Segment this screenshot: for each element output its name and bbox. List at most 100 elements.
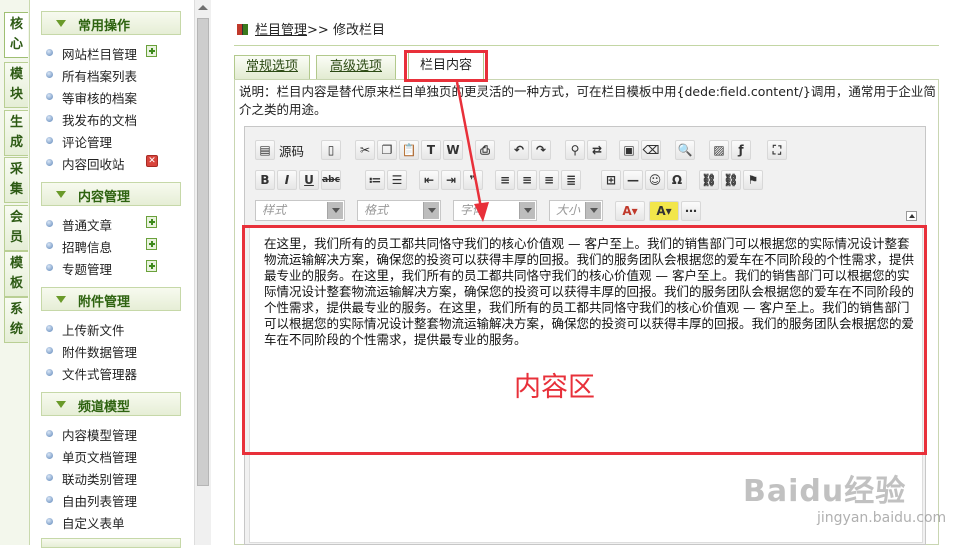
- vtab-member[interactable]: 会员: [4, 205, 28, 251]
- select-all-icon[interactable]: ▣: [619, 140, 639, 160]
- source-label[interactable]: 源码: [279, 141, 304, 160]
- menu-item-topics[interactable]: 专题管理: [46, 259, 186, 277]
- menu-group-common[interactable]: 常用操作: [41, 11, 181, 35]
- left-menu-scrollbar[interactable]: [194, 0, 211, 545]
- menu-item-site-columns[interactable]: 网站栏目管理: [46, 44, 186, 62]
- fullscreen-icon[interactable]: ⛶: [767, 140, 787, 160]
- align-center-icon[interactable]: ≡: [517, 170, 537, 190]
- italic-icon[interactable]: I: [277, 170, 297, 190]
- replace-icon[interactable]: ⇄: [587, 140, 607, 160]
- add-icon[interactable]: [146, 45, 157, 57]
- menu-item-free-lists[interactable]: 自由列表管理: [46, 491, 186, 509]
- tab-general-options[interactable]: 常规选项: [234, 55, 310, 79]
- menu-item-all-archives[interactable]: 所有档案列表: [46, 66, 186, 84]
- font-select[interactable]: 字体: [453, 200, 537, 221]
- link-icon[interactable]: ⛓: [699, 170, 719, 190]
- dropdown-arrow-icon: [585, 202, 601, 219]
- paste-word-icon[interactable]: W: [443, 140, 463, 160]
- strikethrough-icon[interactable]: abc: [321, 170, 341, 190]
- bullet-icon: [46, 93, 53, 100]
- redo-icon[interactable]: ↷: [531, 140, 551, 160]
- menu-item-comments[interactable]: 评论管理: [46, 132, 186, 150]
- preview-icon[interactable]: 🔍: [675, 140, 695, 160]
- collapse-triangle-icon: [56, 191, 66, 198]
- menu-item-custom-forms[interactable]: 自定义表单: [46, 513, 186, 531]
- table-icon[interactable]: ⊞: [601, 170, 621, 190]
- watermark: Baidu经验 jingyan.baidu.com: [735, 466, 950, 536]
- remove-format-icon[interactable]: ⌫: [641, 140, 661, 160]
- vtab-system[interactable]: 系统: [4, 297, 28, 343]
- scrollbar-thumb[interactable]: [197, 18, 209, 486]
- undo-icon[interactable]: ↶: [509, 140, 529, 160]
- menu-item-jobs[interactable]: 招聘信息: [46, 237, 186, 255]
- style-select[interactable]: 样式: [255, 200, 345, 221]
- horizontal-rule-icon[interactable]: —: [623, 170, 643, 190]
- dropdown-arrow-icon: [423, 202, 439, 219]
- menu-item-linked-categories[interactable]: 联动类别管理: [46, 469, 186, 487]
- vtab-collect[interactable]: 采集: [4, 157, 28, 203]
- format-select[interactable]: 格式: [357, 200, 441, 221]
- image-icon[interactable]: ▨: [709, 140, 729, 160]
- add-icon[interactable]: [146, 260, 157, 272]
- text-color-icon[interactable]: A▾: [615, 201, 645, 221]
- numbered-list-icon[interactable]: ≔: [365, 170, 385, 190]
- underline-icon[interactable]: U: [299, 170, 319, 190]
- toolbar-row-3: 样式 格式 字体 大小 A▾ A▾ ⋯: [255, 199, 915, 225]
- menu-item-upload-file[interactable]: 上传新文件: [46, 320, 186, 338]
- scroll-up-arrow-icon[interactable]: [198, 5, 208, 10]
- delete-icon[interactable]: ✕: [146, 155, 158, 167]
- menu-item-my-documents[interactable]: 我发布的文档: [46, 110, 186, 128]
- bulleted-list-icon[interactable]: ☰: [387, 170, 407, 190]
- menu-item-file-manager[interactable]: 文件式管理器: [46, 364, 186, 382]
- annotation-label: 内容区: [514, 372, 595, 403]
- annotation-box-content: [242, 225, 927, 455]
- menu-item-content-models[interactable]: 内容模型管理: [46, 425, 186, 443]
- vtab-generate[interactable]: 生成: [4, 110, 28, 156]
- menu-item-attachment-data[interactable]: 附件数据管理: [46, 342, 186, 360]
- copy-icon[interactable]: ❐: [377, 140, 397, 160]
- bullet-icon: [46, 369, 53, 376]
- toolbar-collapse-icon[interactable]: [906, 211, 917, 221]
- special-char-icon[interactable]: Ω: [667, 170, 687, 190]
- menu-group-channel-models[interactable]: 频道模型: [41, 392, 181, 416]
- bullet-icon: [46, 452, 53, 459]
- print-icon[interactable]: ⎙: [475, 140, 495, 160]
- flash-icon[interactable]: ƒ: [731, 140, 751, 160]
- unlink-icon[interactable]: ⛓: [721, 170, 741, 190]
- menu-item-single-pages[interactable]: 单页文档管理: [46, 447, 186, 465]
- align-left-icon[interactable]: ≡: [495, 170, 515, 190]
- vtab-core[interactable]: 核心: [4, 12, 28, 58]
- menu-group-next[interactable]: [41, 538, 181, 548]
- add-icon[interactable]: [146, 216, 157, 228]
- find-icon[interactable]: ⚲: [565, 140, 585, 160]
- indent-icon[interactable]: ⇥: [441, 170, 461, 190]
- bullet-icon: [46, 71, 53, 78]
- menu-group-attachments[interactable]: 附件管理: [41, 287, 181, 311]
- source-icon[interactable]: ▤: [255, 140, 275, 160]
- vtab-module[interactable]: 模块: [4, 62, 28, 108]
- cut-icon[interactable]: ✂: [355, 140, 375, 160]
- menu-item-pending-archives[interactable]: 等审核的档案: [46, 88, 186, 106]
- menu-group-content[interactable]: 内容管理: [41, 182, 181, 206]
- font-size-select[interactable]: 大小: [549, 200, 603, 221]
- bold-icon[interactable]: B: [255, 170, 275, 190]
- smiley-icon[interactable]: ☺: [645, 170, 665, 190]
- blockquote-icon[interactable]: ❞: [463, 170, 483, 190]
- paste-text-icon[interactable]: T: [421, 140, 441, 160]
- page-break-icon[interactable]: ⋯: [681, 201, 701, 221]
- add-icon[interactable]: [146, 238, 157, 250]
- menu-item-articles[interactable]: 普通文章: [46, 215, 186, 233]
- outdent-icon[interactable]: ⇤: [419, 170, 439, 190]
- paste-icon[interactable]: 📋: [399, 140, 419, 160]
- align-right-icon[interactable]: ≡: [539, 170, 559, 190]
- vtab-template[interactable]: 模板: [4, 251, 28, 297]
- breadcrumb-link-columns[interactable]: 栏目管理: [255, 23, 307, 38]
- watermark-url: jingyan.baidu.com: [817, 510, 947, 526]
- menu-item-recycle-bin[interactable]: 内容回收站 ✕: [46, 154, 186, 172]
- tab-advanced-options[interactable]: 高级选项: [316, 55, 396, 79]
- justify-icon[interactable]: ≣: [561, 170, 581, 190]
- bg-color-icon[interactable]: A▾: [649, 201, 679, 221]
- anchor-icon[interactable]: ⚑: [743, 170, 763, 190]
- bullet-icon: [46, 347, 53, 354]
- document-icon[interactable]: ▯: [321, 140, 341, 160]
